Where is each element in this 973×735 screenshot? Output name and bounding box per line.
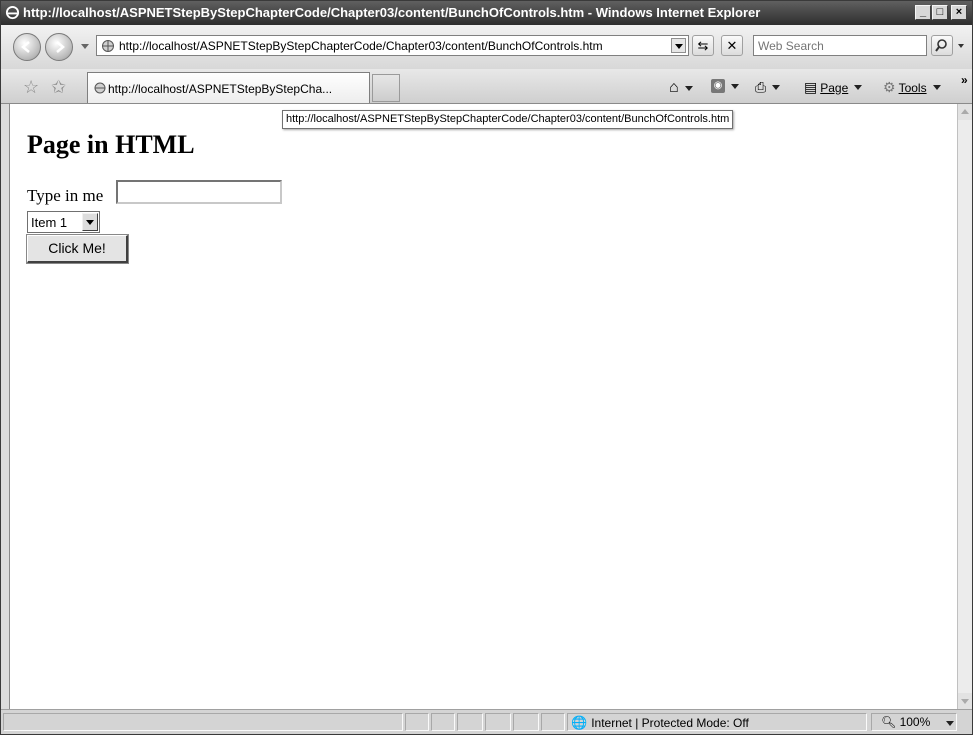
zoom-value: 100% — [899, 715, 931, 729]
favorites-star-icon[interactable]: ☆ — [23, 77, 39, 98]
page-menu-button[interactable]: ▤ Page — [804, 79, 863, 96]
window-title: http://localhost/ASPNETStepByStepChapter… — [23, 5, 761, 20]
address-url[interactable]: http://localhost/ASPNETStepByStepChapter… — [119, 39, 603, 53]
status-pane — [431, 713, 455, 731]
page-menu-caret — [854, 85, 863, 90]
address-dropdown-button[interactable] — [671, 38, 686, 53]
search-button[interactable] — [931, 35, 953, 56]
print-button[interactable]: ⎙ — [755, 79, 781, 96]
rss-feed-icon: ◉ — [711, 79, 725, 93]
command-bar: ☆ ✩ http://localhost/ASPNETStepByStepCha… — [1, 69, 972, 104]
zone-label: Internet | Protected Mode: Off — [591, 716, 749, 730]
back-button[interactable] — [13, 33, 41, 61]
tools-menu-label: Tools — [898, 80, 927, 95]
page-heading: Page in HTML — [27, 130, 195, 159]
page-content: Page in HTML Type in me Item 1 Click Me! — [9, 104, 957, 709]
dropdown-arrow-button[interactable] — [82, 213, 98, 231]
status-pane — [405, 713, 429, 731]
maximize-button[interactable]: □ — [932, 5, 948, 20]
status-bar: 🌐 Internet | Protected Mode: Off 🔍︎ 100% — [1, 709, 972, 734]
forward-arrow-icon — [56, 41, 65, 53]
minimize-button[interactable]: _ — [915, 5, 931, 20]
tools-menu-button[interactable]: ⚙ Tools — [883, 79, 941, 96]
search-box[interactable] — [753, 35, 927, 56]
security-zone[interactable]: 🌐 Internet | Protected Mode: Off — [571, 715, 749, 731]
click-me-button[interactable]: Click Me! — [26, 234, 129, 264]
recent-pages-dropdown[interactable] — [81, 44, 89, 49]
status-pane — [457, 713, 483, 731]
tab-page-icon — [94, 82, 106, 94]
dropdown-value: Item 1 — [31, 215, 68, 230]
status-text-pane — [3, 713, 403, 731]
scroll-up-button[interactable] — [958, 104, 972, 120]
tools-menu-caret — [932, 85, 941, 90]
back-arrow-icon — [21, 41, 30, 53]
ie-logo-icon — [5, 5, 20, 20]
address-bar[interactable]: http://localhost/ASPNETStepByStepChapter… — [96, 35, 689, 56]
printer-icon: ⎙ — [755, 79, 767, 95]
refresh-icon: ⇆ — [697, 38, 709, 53]
textbox-label: Type in me — [27, 186, 104, 205]
browser-window: http://localhost/ASPNETStepByStepChapter… — [0, 0, 973, 735]
zoom-level[interactable]: 🔍︎ 100% — [881, 715, 930, 729]
home-icon: ⌂ — [669, 79, 679, 96]
feeds-dropdown-caret[interactable] — [731, 83, 739, 89]
vertical-scrollbar[interactable] — [957, 104, 972, 709]
toolbar-overflow-chevron[interactable]: » — [961, 73, 968, 87]
gear-icon: ⚙ — [883, 79, 896, 95]
page-menu-label: Page — [820, 80, 849, 95]
search-options-dropdown[interactable] — [958, 44, 964, 48]
browser-tab[interactable]: http://localhost/ASPNETStepByStepCha... — [87, 72, 370, 103]
zoom-icon: 🔍︎ — [881, 715, 897, 729]
address-toolbar: http://localhost/ASPNETStepByStepChapter… — [1, 25, 972, 69]
status-pane — [485, 713, 511, 731]
page-icon — [102, 40, 114, 52]
tab-label: http://localhost/ASPNETStepByStepCha... — [108, 82, 333, 96]
home-button[interactable]: ⌂ — [669, 79, 693, 97]
status-pane — [513, 713, 539, 731]
search-input[interactable] — [758, 37, 918, 54]
stop-icon: ✕ — [726, 38, 738, 53]
item-dropdown[interactable]: Item 1 — [27, 211, 100, 233]
stop-button[interactable]: ✕ — [721, 35, 743, 56]
print-dropdown-caret[interactable] — [772, 85, 781, 90]
status-pane — [541, 713, 565, 731]
page-menu-icon: ▤ — [804, 79, 818, 95]
feeds-button[interactable]: ◉ — [711, 79, 739, 93]
refresh-button[interactable]: ⇆ — [692, 35, 714, 56]
add-favorites-icon[interactable]: ✩ — [51, 77, 66, 98]
home-dropdown-caret[interactable] — [684, 85, 693, 91]
forward-button[interactable] — [45, 33, 73, 61]
zoom-dropdown-caret[interactable] — [946, 721, 954, 726]
text-input[interactable] — [116, 180, 282, 204]
url-tooltip: http://localhost/ASPNETStepByStepChapter… — [282, 110, 734, 129]
close-button[interactable]: × — [951, 5, 967, 20]
new-tab-button[interactable] — [372, 74, 400, 102]
globe-icon: 🌐 — [571, 715, 588, 730]
magnifier-icon — [935, 39, 947, 52]
scroll-down-button[interactable] — [958, 693, 972, 709]
title-bar[interactable]: http://localhost/ASPNETStepByStepChapter… — [1, 1, 972, 25]
